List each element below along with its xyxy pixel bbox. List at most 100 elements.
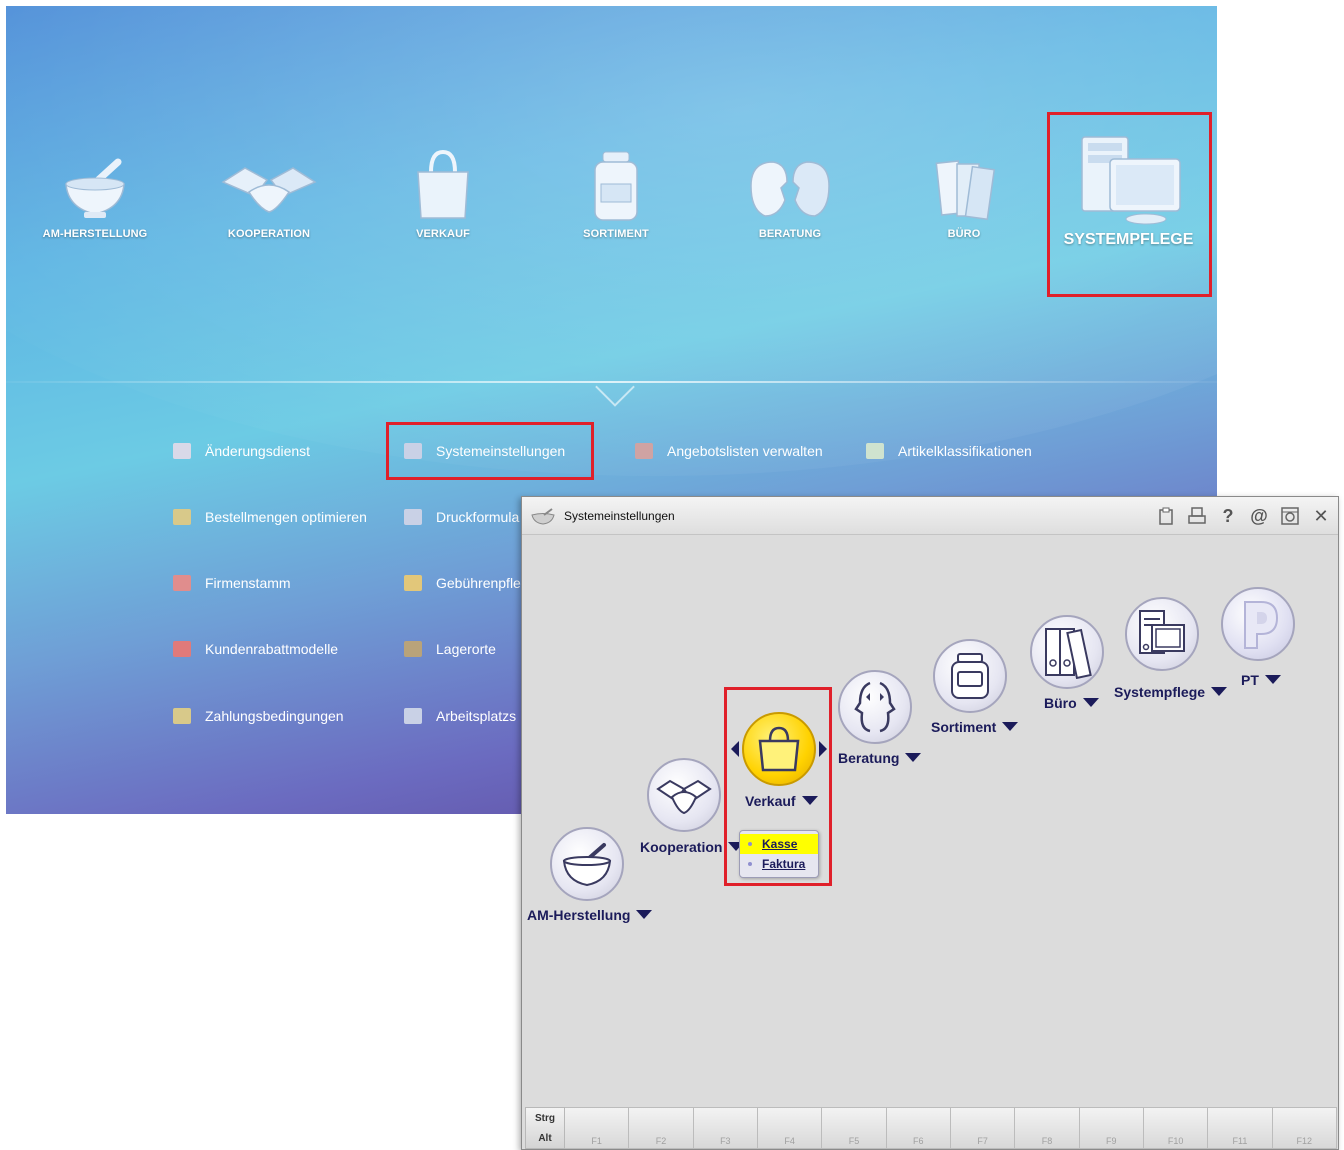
category-label: KOOPERATION: [227, 228, 311, 240]
office-binders-icon: [935, 160, 996, 221]
arbeitsplatz-icon: [404, 708, 422, 724]
fkey-f8[interactable]: F8: [1015, 1107, 1080, 1149]
medicine-jar-icon: [933, 639, 1007, 713]
category-label: VERKAUF: [416, 228, 470, 240]
menu-item-label: Arbeitsplatzs: [436, 708, 517, 724]
screen: AM-HERSTELLUNG KOOPERATION VERKAUF SORTI…: [0, 0, 1344, 1150]
pt-logo-icon: [1221, 587, 1295, 661]
fkey-f3[interactable]: F3: [693, 1107, 758, 1149]
menu-item-label: Zahlungsbedingungen: [205, 708, 344, 724]
node-label: Beratung: [838, 750, 900, 766]
druckformulare-icon: [404, 509, 422, 525]
menu-item-druckformulare[interactable]: Druckformula: [404, 506, 519, 528]
node-label: PT: [1241, 672, 1259, 688]
menu-item-label: Artikelklassifikationen: [898, 443, 1032, 459]
print-icon[interactable]: [1186, 505, 1208, 527]
fkey-f9[interactable]: F9: [1079, 1107, 1144, 1149]
computer-icon: [1125, 597, 1199, 671]
chevron-down-icon[interactable]: [1211, 687, 1228, 696]
medicine-jar-icon: [594, 151, 638, 221]
menu-item-label: Lagerorte: [436, 641, 496, 657]
kundenrabatt-icon: [173, 641, 191, 657]
fkey-f12[interactable]: F12: [1272, 1107, 1337, 1149]
category-am-herstellung[interactable]: AM-HERSTELLUNG: [25, 156, 165, 240]
fkey-f1[interactable]: F1: [565, 1107, 630, 1149]
node-label: Büro: [1044, 695, 1077, 711]
shopping-bag-icon: [417, 149, 469, 219]
menu-item-gebuehrenpflege[interactable]: Gebührenpfle: [404, 572, 521, 594]
menu-item-kundenrabattmodelle[interactable]: Kundenrabattmodelle: [173, 638, 338, 660]
menu-item-bestellmengen[interactable]: Bestellmengen optimieren: [173, 506, 367, 528]
handshake-icon: [221, 167, 317, 213]
office-binders-icon: [1030, 615, 1104, 689]
node-label: Systempflege: [1114, 684, 1206, 700]
chevron-down-icon[interactable]: [1002, 722, 1019, 731]
clipboard-icon[interactable]: [1155, 505, 1177, 527]
dialog-titlebar[interactable]: Systemeinstellungen ? @ ✕: [522, 497, 1338, 535]
modifier-keys: Strg Alt: [525, 1107, 565, 1149]
category-kooperation[interactable]: KOOPERATION: [199, 156, 339, 240]
chevron-down-icon[interactable]: [1264, 675, 1281, 684]
lagerorte-icon: [404, 641, 422, 657]
menu-item-artikelklassifikationen[interactable]: Artikelklassifikationen: [866, 440, 1032, 462]
zahlungsbedingungen-icon: [173, 708, 191, 724]
menu-item-label: Firmenstamm: [205, 575, 291, 591]
category-label: BERATUNG: [758, 228, 822, 240]
systemeinstellungen-dialog: Systemeinstellungen ? @ ✕ AM-Herstellung…: [521, 496, 1339, 1150]
aenderungsdienst-icon: [173, 443, 191, 459]
category-label: BÜRO: [947, 228, 981, 240]
category-label: AM-HERSTELLUNG: [42, 228, 148, 240]
modifier-alt: Alt: [538, 1132, 552, 1144]
category-sortiment[interactable]: SORTIMENT: [546, 150, 686, 240]
menu-item-label: Druckformula: [436, 509, 520, 525]
help-icon[interactable]: ?: [1217, 505, 1239, 527]
settings-window-icon[interactable]: [1279, 505, 1301, 527]
dialog-title: Systemeinstellungen: [564, 508, 675, 523]
chevron-down-icon[interactable]: [905, 753, 922, 762]
gebuehrenpflege-icon: [404, 575, 422, 591]
highlight-box-verkauf: [724, 687, 832, 886]
firmenstamm-icon: [173, 575, 191, 591]
consultation-faces-icon: [750, 161, 830, 217]
chevron-down-icon[interactable]: [636, 910, 653, 919]
handshake-icon: [647, 758, 721, 832]
highlight-box-systempflege: [1047, 112, 1212, 297]
menu-item-firmenstamm[interactable]: Firmenstamm: [173, 572, 291, 594]
menu-item-arbeitsplatz[interactable]: Arbeitsplatzs: [404, 705, 516, 727]
fkey-f5[interactable]: F5: [822, 1107, 887, 1149]
fkey-f6[interactable]: F6: [886, 1107, 951, 1149]
menu-item-label: Änderungsdienst: [205, 443, 311, 459]
category-verkauf[interactable]: VERKAUF: [373, 148, 513, 240]
fkey-f10[interactable]: F10: [1143, 1107, 1209, 1149]
node-label: AM-Herstellung: [527, 907, 631, 923]
bestellmengen-icon: [173, 509, 191, 525]
category-beratung[interactable]: BERATUNG: [720, 156, 860, 240]
angebotslisten-icon: [635, 443, 653, 459]
menu-item-label: Gebührenpfle: [436, 575, 521, 591]
menu-item-label: Angebotslisten verwalten: [667, 443, 823, 459]
menu-item-angebotslisten[interactable]: Angebotslisten verwalten: [635, 440, 823, 462]
function-key-bar: Strg Alt F1 F2 F3 F4 F5 F6 F7 F8 F9 F10 …: [525, 1107, 1337, 1149]
category-label: SORTIMENT: [583, 228, 649, 240]
close-icon[interactable]: ✕: [1310, 505, 1332, 527]
divider-notch: [595, 367, 635, 407]
category-buero[interactable]: BÜRO: [894, 156, 1034, 240]
mortar-icon: [550, 827, 624, 901]
email-icon[interactable]: @: [1248, 505, 1270, 527]
titlebar-icons: ? @ ✕: [1155, 505, 1332, 527]
consultation-faces-icon: [838, 670, 912, 744]
menu-item-label: Kundenrabattmodelle: [205, 641, 339, 657]
mortar-icon: [65, 158, 125, 218]
menu-item-aenderungsdienst[interactable]: Änderungsdienst: [173, 440, 310, 462]
highlight-box-systemeinstellungen: [386, 422, 594, 480]
chevron-down-icon[interactable]: [1082, 698, 1099, 707]
mortar-icon: [531, 507, 555, 525]
fkey-f2[interactable]: F2: [629, 1107, 694, 1149]
node-label: Sortiment: [931, 719, 997, 735]
fkey-f4[interactable]: F4: [757, 1107, 823, 1149]
fkey-f7[interactable]: F7: [950, 1107, 1016, 1149]
menu-item-lagerorte[interactable]: Lagerorte: [404, 638, 496, 660]
fkey-f11[interactable]: F11: [1208, 1107, 1273, 1149]
menu-item-zahlungsbedingungen[interactable]: Zahlungsbedingungen: [173, 705, 344, 727]
artikelklassifikationen-icon: [866, 443, 884, 459]
